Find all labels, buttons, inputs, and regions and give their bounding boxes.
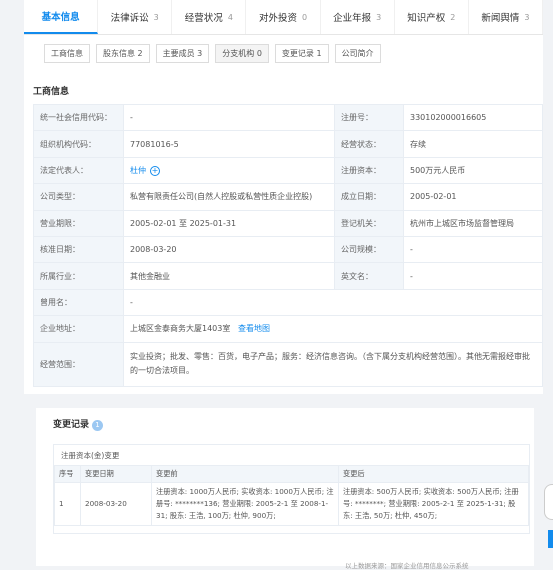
scope-value: 实业投资；批发、零售：百货，电子产品；服务：经济信息咨询。（含下属分支机构经营范… [123, 341, 543, 387]
scope-label: 经营范围： [33, 341, 124, 387]
footer-source-text: 以上数据来源：国家企业信用信息公示系统 [345, 562, 469, 570]
org-code-value: 77081016-5 [123, 130, 335, 158]
follow-plus-icon[interactable]: + [150, 165, 160, 176]
change-date: 2008-03-20 [80, 482, 152, 526]
approve-date-value: 2008-03-20 [123, 235, 335, 264]
change-title-text: 变更记录 [53, 420, 90, 430]
tab-annual-report[interactable]: 企业年报 3 [321, 0, 395, 34]
tab-label: 企业年报 [333, 13, 372, 24]
tab-count: 4 [227, 12, 233, 22]
col-after: 变更后 [338, 465, 529, 483]
table-row: 1 2008-03-20 注册资本: 1000万人民币; 实收资本: 1000万… [54, 482, 529, 526]
capital-value: 500万元人民币 [403, 156, 543, 185]
table-row: 法定代表人： 杜仲 + 注册资本： 500万元人民币 [33, 156, 543, 185]
sub-tabs: 工商信息 股东信息 2 主要成员 3 分支机构 0 变更记录 1 公司简介 [24, 35, 543, 63]
org-code-label: 组织机构代码： [33, 130, 124, 158]
scale-value: - [403, 235, 543, 264]
side-float-button[interactable] [544, 484, 553, 520]
business-info-table: 统一社会信用代码： - 注册号： 330102000016605 组织机构代码：… [33, 103, 543, 387]
subtab-members[interactable]: 主要成员 3 [155, 44, 210, 63]
col-date: 变更日期 [80, 465, 152, 483]
company-info-panel: 基本信息 法律诉讼 3 经营状况 4 对外投资 0 企业年报 3 知识产权 2 新闻舆情 3… [24, 0, 543, 394]
term-value: 2005-02-01 至 2025-01-31 [123, 209, 335, 237]
tab-count: 3 [153, 12, 159, 22]
table-row: 曾用名： - [33, 288, 543, 317]
subtab-shareholders[interactable]: 股东信息 2 [96, 44, 150, 63]
table-row: 核准日期： 2008-03-20 公司规模： - [33, 235, 543, 264]
tab-news[interactable]: 新闻舆情 3 [469, 0, 543, 34]
table-row: 经营范围： 实业投资；批发、零售：百货，电子产品；服务：经济信息咨询。（含下属分… [33, 341, 543, 387]
table-row: 统一社会信用代码： - 注册号： 330102000016605 [33, 103, 543, 132]
tab-ip[interactable]: 知识产权 2 [395, 0, 469, 34]
change-category: 注册资本(金)变更 [61, 451, 120, 460]
legal-rep-link[interactable]: 杜仲 [130, 166, 146, 175]
industry-value: 其他金融业 [123, 262, 335, 290]
subtab-business-info[interactable]: 工商信息 [44, 44, 90, 63]
side-float-tab[interactable] [548, 530, 553, 548]
tab-label: 法律诉讼 [110, 13, 149, 24]
col-before: 变更前 [151, 465, 339, 483]
legal-rep-label: 法定代表人： [33, 156, 124, 185]
tab-label: 基本信息 [41, 12, 80, 23]
table-row: 营业期限： 2005-02-01 至 2025-01-31 登记机关： 杭州市上… [33, 209, 543, 237]
tab-basic-info[interactable]: 基本信息 [24, 0, 99, 34]
tab-label: 经营状况 [184, 13, 223, 24]
change-table: 序号 变更日期 变更前 变更后 1 2008-03-20 注册资本: 1000万… [54, 465, 529, 526]
tab-litigation[interactable]: 法律诉讼 3 [98, 0, 173, 34]
status-label: 经营状态： [334, 130, 404, 158]
col-no: 序号 [54, 465, 81, 483]
change-records-panel: 变更记录 1 注册资本(金)变更 序号 变更日期 变更前 变更后 1 2008-0… [36, 408, 534, 566]
term-label: 营业期限： [33, 209, 124, 237]
change-after: 注册资本: 500万人民币; 实收资本: 500万人民币; 注册号: *****… [338, 482, 529, 526]
view-map-link[interactable]: 查看地图 [238, 324, 270, 333]
english-name-value: - [403, 262, 543, 290]
authority-value: 杭州市上城区市场监督管理局 [403, 209, 543, 237]
credit-code-label: 统一社会信用代码： [33, 103, 124, 132]
address-value: 上城区金泰商务大厦1403室 [130, 324, 231, 334]
approve-date-label: 核准日期： [33, 235, 124, 264]
table-row: 所属行业： 其他金融业 英文名： - [33, 262, 543, 290]
company-type-label: 公司类型： [33, 183, 124, 211]
english-name-label: 英文名： [334, 262, 404, 290]
table-row: 企业地址： 上城区金泰商务大厦1403室 查看地图 [33, 315, 543, 343]
subtab-change-records[interactable]: 变更记录 1 [274, 44, 329, 63]
capital-label: 注册资本： [334, 156, 404, 185]
change-records-title: 变更记录 1 [53, 417, 104, 431]
tab-count: 3 [376, 12, 382, 22]
found-date-label: 成立日期： [334, 183, 404, 211]
industry-label: 所属行业： [33, 262, 124, 290]
address-cell: 上城区金泰商务大厦1403室 查看地图 [123, 315, 543, 343]
authority-label: 登记机关： [334, 209, 404, 237]
tab-label: 新闻舆情 [481, 13, 520, 24]
tab-label: 对外投资 [258, 13, 297, 24]
section-title: 工商信息 [33, 87, 70, 97]
table-row: 公司类型： 私营有限责任公司(自然人控股或私营性质企业控股) 成立日期： 200… [33, 183, 543, 211]
used-name-value: - [123, 288, 543, 317]
main-tabs: 基本信息 法律诉讼 3 经营状况 4 对外投资 0 企业年报 3 知识产权 2 新闻舆情 3 [24, 0, 543, 35]
found-date-value: 2005-02-01 [403, 183, 543, 211]
used-name-label: 曾用名： [33, 288, 124, 317]
status-value: 存续 [403, 130, 543, 158]
table-row: 组织机构代码： 77081016-5 经营状态： 存续 [33, 130, 543, 158]
subtab-profile[interactable]: 公司简介 [334, 44, 381, 63]
reg-no-value: 330102000016605 [403, 103, 543, 132]
subtab-branches[interactable]: 分支机构 0 [215, 44, 269, 63]
scale-label: 公司规模： [334, 235, 404, 264]
legal-rep-cell: 杜仲 + [123, 156, 335, 185]
company-type-value: 私营有限责任公司(自然人控股或私营性质企业控股) [123, 183, 335, 211]
table-header-row: 序号 变更日期 变更前 变更后 [54, 465, 529, 483]
credit-code-value: - [123, 103, 335, 132]
tab-investment[interactable]: 对外投资 0 [246, 0, 321, 34]
change-box: 注册资本(金)变更 序号 变更日期 变更前 变更后 1 2008-03-20 注… [53, 444, 530, 534]
reg-no-label: 注册号： [334, 103, 404, 132]
tab-count: 3 [524, 12, 530, 22]
change-before: 注册资本: 1000万人民币; 实收资本: 1000万人民币; 注册号: ***… [151, 482, 339, 526]
tab-operation[interactable]: 经营状况 4 [172, 0, 247, 34]
tab-label: 知识产权 [407, 13, 446, 24]
change-no: 1 [54, 482, 81, 526]
tab-count: 0 [301, 12, 308, 22]
address-label: 企业地址： [33, 315, 124, 343]
change-count-badge: 1 [92, 420, 104, 431]
tab-count: 2 [450, 12, 456, 22]
